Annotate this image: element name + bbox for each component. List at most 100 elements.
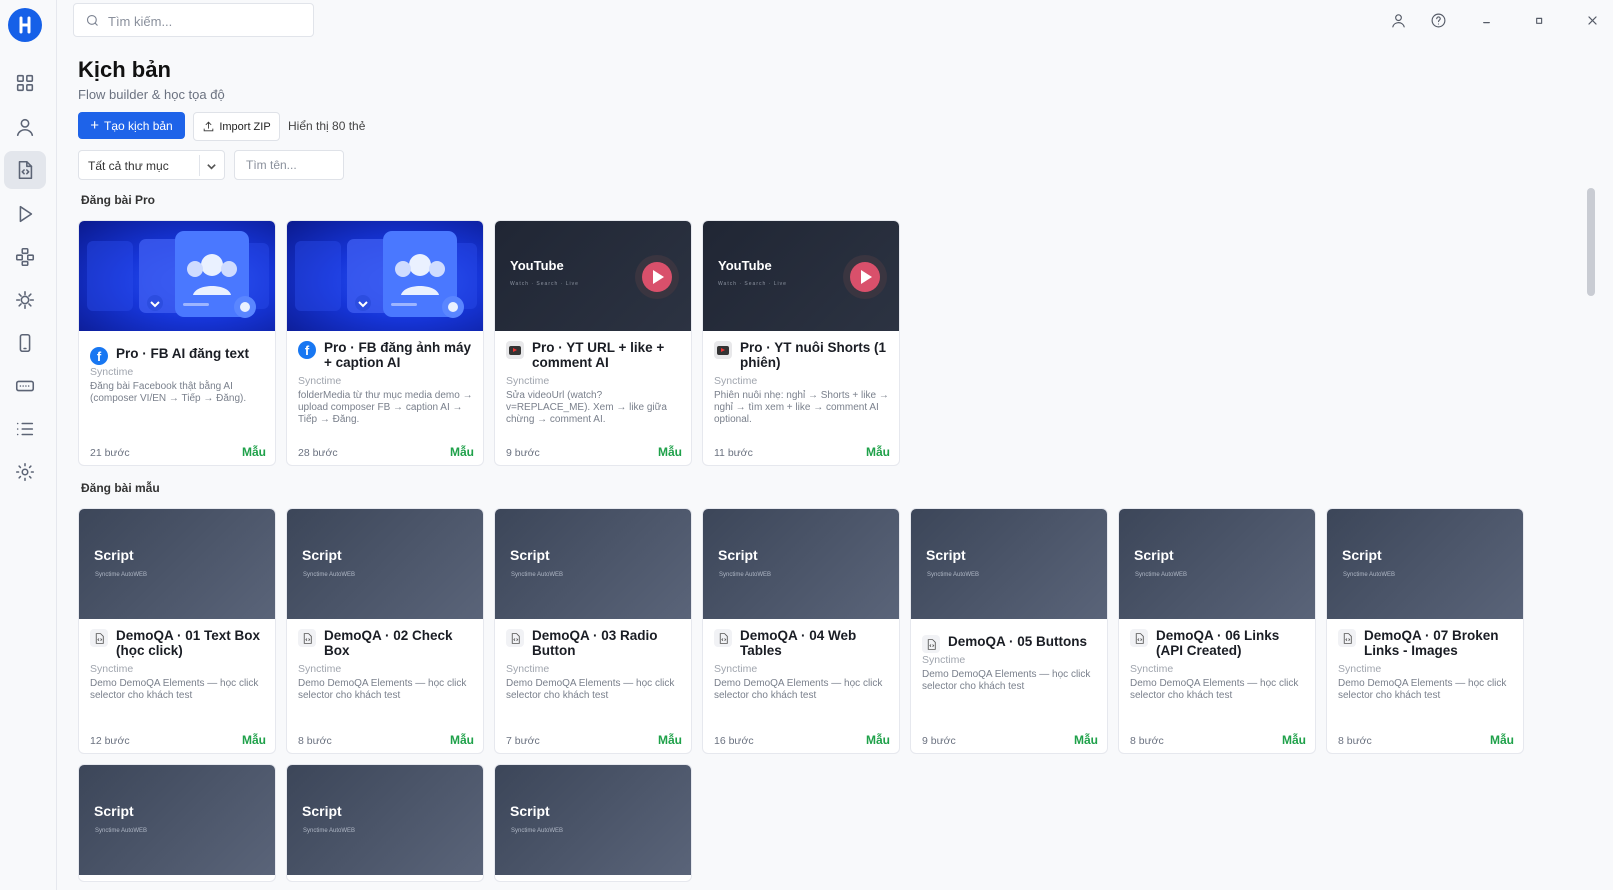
card-step-count: 16 bước [714, 735, 754, 747]
card-description: Demo DemoQA Elements — học click selecto… [90, 678, 259, 701]
thumbnail-title: Script [718, 547, 758, 563]
card-template-tag: Mẫu [658, 445, 682, 459]
script-card[interactable]: Script Synctime AutoWEB DemoQA · 07 Broken… [1326, 508, 1524, 754]
card-description: Demo DemoQA Elements — học click selecto… [298, 678, 467, 701]
script-card[interactable]: f Pro · FB AI đăng text Synctime Đăng bài F… [78, 220, 276, 466]
maximize-icon[interactable] [1528, 9, 1550, 31]
card-template-tag: Mẫu [450, 733, 474, 747]
close-icon[interactable] [1581, 9, 1603, 31]
card-thumbnail: Script Synctime AutoWEB [495, 765, 691, 875]
card-thumbnail: Script Synctime AutoWEB [79, 509, 275, 619]
list-icon[interactable] [4, 410, 46, 448]
card-step-count: 7 bước [506, 735, 540, 747]
create-script-button[interactable]: + Tạo kịch bản [78, 112, 185, 139]
card-step-count: 12 bước [90, 735, 130, 747]
script-card[interactable]: Script Synctime AutoWEB DemoQA · 05 Button… [910, 508, 1108, 754]
scrollbar-thumb[interactable] [1587, 188, 1595, 296]
select-divider [199, 155, 200, 176]
import-zip-label: Import ZIP [219, 120, 271, 133]
thumbnail-subtitle: Synctime AutoWEB [719, 572, 772, 578]
thumbnail-subtitle: Synctime AutoWEB [1343, 572, 1396, 578]
card-header: Pro · YT nuôi Shorts (1 phiên) [714, 340, 894, 370]
help-icon[interactable] [1427, 9, 1449, 31]
play-icon [635, 255, 679, 299]
card-title: DemoQA · 02 Check Box [324, 628, 453, 658]
folder-select-value: Tất cả thư mục [88, 159, 169, 173]
script-card[interactable]: f Pro · FB đăng ảnh máy + caption AI Synct… [286, 220, 484, 466]
script-file-icon [298, 629, 316, 647]
card-title: Pro · YT nuôi Shorts (1 phiên) [740, 340, 887, 370]
script-card[interactable]: YouTube Watch · Search · Live Pro · YT nuô… [702, 220, 900, 466]
card-template-tag: Mẫu [1282, 733, 1306, 747]
card-header: DemoQA · 06 Links (API Created) [1130, 628, 1310, 658]
thumbnail-title: Script [510, 803, 550, 819]
card-description: Sửa videoUrl (watch?v=REPLACE_ME). Xem →… [506, 390, 667, 425]
script-file-icon [714, 629, 732, 647]
youtube-icon [506, 341, 524, 359]
thumbnail-title: Script [510, 547, 550, 563]
sidebar [0, 0, 57, 890]
account-icon[interactable] [1387, 9, 1409, 31]
script-card[interactable]: Script Synctime AutoWEB [494, 764, 692, 882]
card-thumbnail: Script Synctime AutoWEB [1119, 509, 1315, 619]
card-thumbnail: Script Synctime AutoWEB [1327, 509, 1523, 619]
card-author: Synctime [506, 375, 550, 387]
card-thumbnail: Script Synctime AutoWEB [495, 509, 691, 619]
global-search[interactable] [73, 3, 314, 37]
card-author: Synctime [298, 663, 342, 675]
card-description: Phiên nuôi nhẹ: nghỉ → Shorts + like → n… [714, 390, 889, 425]
card-thumbnail: YouTube Watch · Search · Live [495, 221, 691, 331]
card-author: Synctime [714, 663, 758, 675]
card-step-count: 8 bước [1130, 735, 1164, 747]
youtube-icon [714, 341, 732, 359]
script-file-icon [922, 635, 940, 653]
script-card[interactable]: Script Synctime AutoWEB DemoQA · 02 Check … [286, 508, 484, 754]
script-card[interactable]: Script Synctime AutoWEB [78, 764, 276, 882]
script-card[interactable]: Script Synctime AutoWEB DemoQA · 04 Web Ta… [702, 508, 900, 754]
thumbnail-subtitle: Synctime AutoWEB [511, 572, 564, 578]
card-author: Synctime [714, 375, 758, 387]
facebook-icon: f [90, 347, 108, 365]
script-icon[interactable] [4, 151, 46, 189]
keyboard-icon[interactable] [4, 367, 46, 405]
script-card[interactable]: Script Synctime AutoWEB DemoQA · 03 Radio … [494, 508, 692, 754]
card-template-tag: Mẫu [1490, 733, 1514, 747]
card-header: DemoQA · 02 Check Box [298, 628, 478, 658]
bug-icon[interactable] [4, 281, 46, 319]
card-description: Demo DemoQA Elements — học click selecto… [506, 678, 675, 701]
card-thumbnail: Script Synctime AutoWEB [79, 765, 275, 875]
card-thumbnail: YouTube Watch · Search · Live [703, 221, 899, 331]
card-thumbnail: Script Synctime AutoWEB [911, 509, 1107, 619]
nodes-icon[interactable] [4, 238, 46, 276]
minimize-icon[interactable] [1475, 9, 1497, 31]
script-file-icon [90, 629, 108, 647]
import-zip-button[interactable]: Import ZIP [193, 112, 280, 141]
card-step-count: 8 bước [298, 735, 332, 747]
card-author: Synctime [922, 654, 966, 666]
play-icon [843, 255, 887, 299]
thumbnail-subtitle: Synctime AutoWEB [303, 828, 356, 834]
script-card[interactable]: YouTube Watch · Search · Live Pro · YT URL… [494, 220, 692, 466]
dashboard-icon[interactable] [4, 64, 46, 102]
play-icon[interactable] [4, 195, 46, 233]
folder-select[interactable]: Tất cả thư mục [78, 150, 225, 180]
card-step-count: 21 bước [90, 447, 130, 459]
app-logo-icon[interactable] [8, 8, 42, 42]
script-card[interactable]: Script Synctime AutoWEB DemoQA · 01 Text B… [78, 508, 276, 754]
plus-icon: + [90, 116, 100, 134]
card-description: Đăng bài Facebook thật bằng AI (composer… [90, 381, 247, 404]
thumbnail-subtitle: Synctime AutoWEB [95, 572, 148, 578]
name-search-input[interactable] [234, 150, 344, 180]
thumbnail-subtitle: Synctime AutoWEB [511, 828, 564, 834]
phone-icon[interactable] [4, 324, 46, 362]
thumbnail-subtitle: Synctime AutoWEB [927, 572, 980, 578]
card-description: Demo DemoQA Elements — học click selecto… [714, 678, 883, 701]
global-search-input[interactable] [108, 10, 303, 32]
script-file-icon [1338, 629, 1356, 647]
script-card[interactable]: Script Synctime AutoWEB DemoQA · 06 Links … [1118, 508, 1316, 754]
upload-icon [204, 121, 214, 132]
thumbnail-subtitle: Synctime AutoWEB [1135, 572, 1188, 578]
settings-icon[interactable] [4, 453, 46, 491]
profile-icon[interactable] [4, 108, 46, 146]
script-card[interactable]: Script Synctime AutoWEB [286, 764, 484, 882]
